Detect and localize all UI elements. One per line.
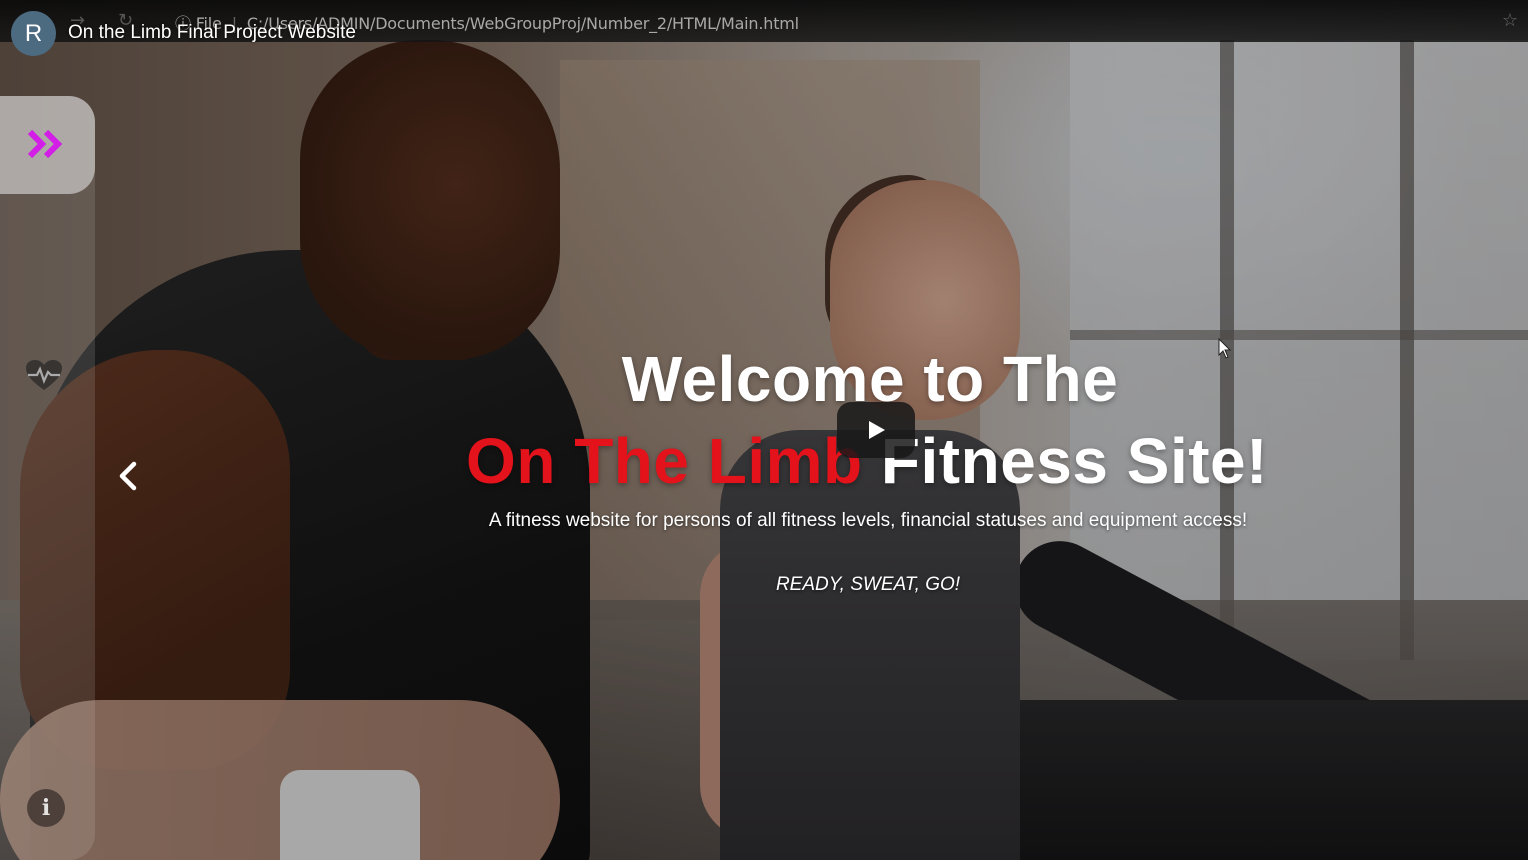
video-play-button[interactable] [837,402,915,458]
info-icon[interactable]: i [27,789,65,827]
hero-heading-line2: On The Limb Fitness Site! [0,424,1528,498]
brand-name: On The Limb [466,425,863,497]
video-title[interactable]: On the Limb Final Project Website [68,22,356,44]
hero-heading-suffix: Fitness Site! [862,425,1268,497]
hero-heading-line1: Welcome to The [621,343,1119,415]
double-chevron-right-icon[interactable] [26,126,66,162]
mouse-cursor-icon [1218,338,1232,359]
channel-avatar[interactable]: R [11,11,56,56]
hero-slogan: READY, SWEAT, GO! [775,574,961,595]
play-icon [869,421,885,439]
star-icon[interactable]: ☆ [1502,10,1518,31]
hero-tagline: A fitness website for persons of all fit… [488,510,1248,531]
